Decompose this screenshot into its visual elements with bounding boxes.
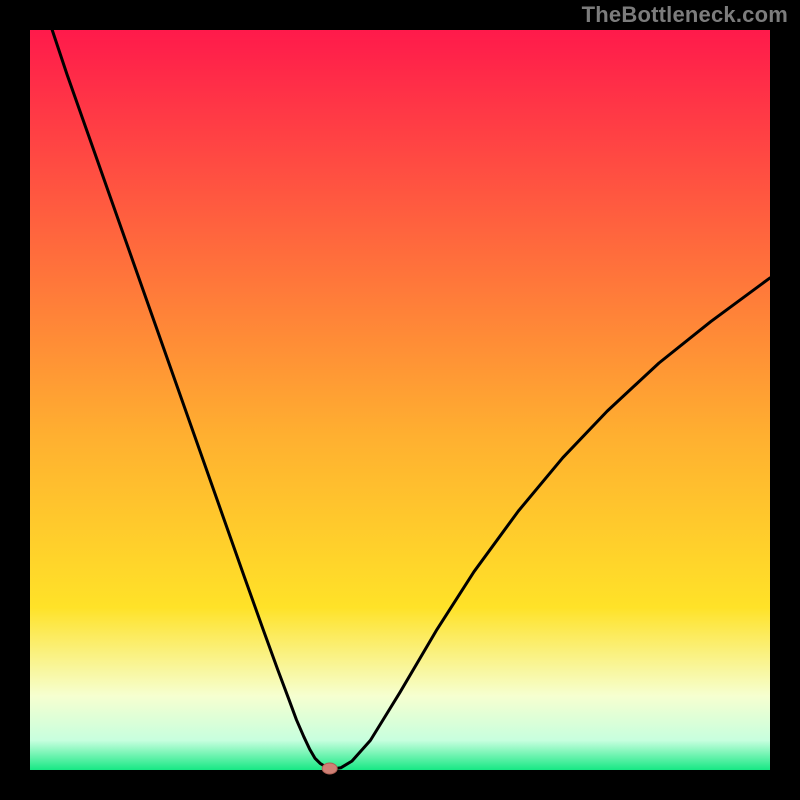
plot-background: [30, 30, 770, 770]
bottleneck-chart: [0, 0, 800, 800]
optimum-marker: [322, 763, 337, 774]
chart-frame: { "watermark": "TheBottleneck.com", "col…: [0, 0, 800, 800]
